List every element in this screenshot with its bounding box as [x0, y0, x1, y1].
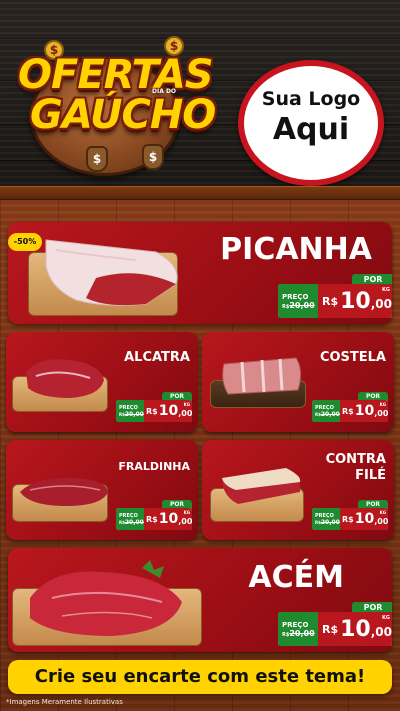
new-price: R$ 10 ,00 KG [340, 400, 388, 422]
product-name: PICANHA [220, 232, 372, 267]
discount-badge: -50% [8, 233, 42, 251]
new-price: R$ 10 ,00 KG [144, 508, 192, 530]
price-box: PREÇO R$20,00 R$ 10 ,00 KG [278, 612, 392, 646]
price-box: PREÇO R$20,00 R$ 10 ,00 KG [312, 508, 388, 530]
price-tag: POR PREÇO R$20,00 R$ 10 ,00 KG [278, 274, 392, 318]
currency: R$ [322, 622, 339, 636]
new-price: R$ 10 ,00 KG [318, 612, 392, 646]
price-decimal: ,00 [370, 625, 392, 639]
old-price-value: 20,00 [289, 300, 315, 310]
price-integer: 10 [340, 616, 371, 642]
unit-kg: KG [382, 287, 390, 293]
product-card-alcatra[interactable]: ALCATRA POR PREÇO R$20,00 R$ 10 ,00 KG [6, 332, 198, 432]
price-decimal: ,00 [370, 297, 392, 311]
price-box: PREÇO R$20,00 R$ 10 ,00 KG [116, 400, 192, 422]
price-tag: POR PREÇO R$20,00 R$ 10 ,00 KG [116, 392, 192, 422]
price-integer: 10 [340, 288, 371, 314]
price-box: PREÇO R$20,00 R$ 10 ,00 KG [312, 400, 388, 422]
new-price: R$ 10 ,00 KG [144, 400, 192, 422]
price-decimal: ,00 [374, 408, 388, 418]
cta-banner[interactable]: Crie seu encarte com este tema! [8, 660, 392, 694]
product-card-fraldinha[interactable]: FRALDINHA POR PREÇO R$20,00 R$ 10 ,00 KG [6, 440, 198, 540]
price-integer: 10 [158, 511, 179, 527]
contra-file-meat-image [222, 468, 301, 504]
price-tag: POR PREÇO R$20,00 R$ 10 ,00 KG [312, 392, 388, 422]
product-name: CONTRA FILÉ [326, 452, 386, 484]
currency: R$ [146, 406, 158, 416]
price-tag: POR PREÇO R$20,00 R$ 10 ,00 KG [278, 602, 392, 646]
old-price-value: 20,00 [124, 410, 144, 418]
product-card-picanha[interactable]: PICANHA POR PREÇO R$20,00 R$ 10 ,00 KG [8, 222, 392, 324]
product-name: FRALDINHA [118, 460, 190, 473]
price-box: PREÇO R$20,00 R$ 10 ,00 KG [278, 284, 392, 318]
currency: R$ [146, 514, 158, 524]
price-box: PREÇO R$20,00 R$ 10 ,00 KG [116, 508, 192, 530]
product-card-acem[interactable]: ACÉM POR PREÇO R$20,00 R$ 10 ,00 KG [8, 548, 392, 652]
product-name: ALCATRA [124, 350, 190, 365]
product-card-costela[interactable]: COSTELA POR PREÇO R$20,00 R$ 10 ,00 KG [202, 332, 394, 432]
price-decimal: ,00 [178, 408, 192, 418]
unit-kg: KG [379, 402, 386, 407]
price-integer: 10 [354, 403, 375, 419]
old-price: PREÇO R$20,00 [278, 284, 318, 318]
unit-kg: KG [382, 615, 390, 621]
preco-label: PREÇO [282, 620, 309, 629]
picanha-meat-image [45, 239, 178, 306]
old-price: PREÇO R$20,00 [312, 508, 340, 530]
old-price-value: 20,00 [320, 518, 340, 526]
alcatra-meat-image [26, 359, 104, 398]
money-bag-icon: $ [86, 146, 108, 172]
header-divider [0, 186, 400, 200]
old-price-value: 20,00 [124, 518, 144, 526]
unit-kg: KG [379, 510, 386, 515]
currency: R$ [322, 294, 339, 308]
price-integer: 10 [158, 403, 179, 419]
price-integer: 10 [354, 511, 375, 527]
new-price: R$ 10 ,00 KG [340, 508, 388, 530]
logo-placeholder[interactable]: Sua Logo Aqui [238, 60, 384, 186]
price-tag: POR PREÇO R$20,00 R$ 10 ,00 KG [116, 500, 192, 530]
product-card-contra-file[interactable]: CONTRA FILÉ POR PREÇO R$20,00 R$ 10 ,00 … [202, 440, 394, 540]
title-gaucho: GAÚCHO [30, 92, 216, 138]
price-decimal: ,00 [178, 516, 192, 526]
acem-meat-image [30, 560, 182, 636]
unit-kg: KG [183, 402, 190, 407]
product-name-line2: FILÉ [355, 468, 386, 483]
unit-kg: KG [183, 510, 190, 515]
product-name-line1: CONTRA [325, 452, 386, 467]
currency: R$ [342, 514, 354, 524]
wood-plank-line [0, 38, 400, 39]
disclaimer-text: *Imagens Meramente Ilustrativas [6, 698, 123, 706]
old-price: PREÇO R$20,00 [116, 400, 144, 422]
old-price-value: 20,00 [289, 628, 315, 638]
old-price: PREÇO R$20,00 [116, 508, 144, 530]
money-bag-icon: $ [142, 144, 164, 170]
product-name: COSTELA [319, 350, 386, 365]
currency: R$ [342, 406, 354, 416]
price-tag: POR PREÇO R$20,00 R$ 10 ,00 KG [312, 500, 388, 530]
preco-label: PREÇO [282, 292, 309, 301]
old-price: PREÇO R$20,00 [278, 612, 318, 646]
price-decimal: ,00 [374, 516, 388, 526]
logo-text-line2: Aqui [272, 112, 350, 147]
costela-meat-image [222, 357, 302, 395]
logo-text-line1: Sua Logo [261, 88, 361, 110]
product-name: ACÉM [248, 560, 344, 595]
old-price-value: 20,00 [320, 410, 340, 418]
fraldinha-meat-image [20, 477, 108, 506]
header: $ $ $ $ OFERTAS DIA DO GAÚCHO Sua Logo A… [0, 0, 400, 190]
new-price: R$ 10 ,00 KG [318, 284, 392, 318]
old-price: PREÇO R$20,00 [312, 400, 340, 422]
